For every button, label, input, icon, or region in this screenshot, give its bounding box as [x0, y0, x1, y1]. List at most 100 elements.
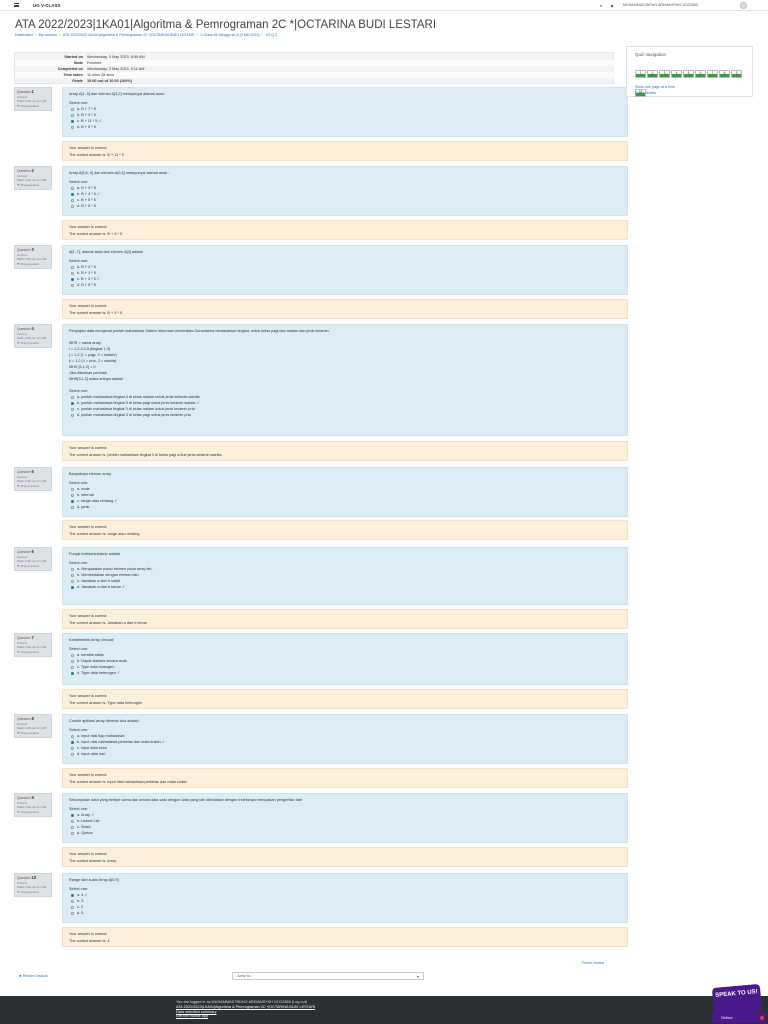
user-name[interactable]: MUHAMMAD RIDHO ARDIANSYAH 10122860	[623, 0, 698, 11]
radio-button[interactable]	[71, 654, 74, 657]
radio-button[interactable]	[71, 666, 74, 669]
radio-button[interactable]	[71, 114, 74, 117]
answer-option[interactable]: d. B + 5 * 5	[69, 124, 621, 130]
quiz-nav-button[interactable]: 1	[635, 70, 646, 78]
breadcrumb-item[interactable]: V2-Q 2	[266, 33, 277, 37]
radio-button[interactable]	[71, 580, 74, 583]
question-feedback: Your answer is correct. The correct answe…	[62, 609, 628, 629]
question-content: Banyaknya elemen array Select one: a. node…	[62, 467, 628, 517]
radio-button[interactable]	[71, 735, 74, 738]
answer-option[interactable]: d. Jawaban a dan b benar ✓	[69, 584, 621, 590]
radio-button[interactable]	[71, 500, 74, 503]
quiz-nav-button[interactable]: 5	[683, 70, 694, 78]
answer-option[interactable]: d. B + 5 * 5	[69, 282, 621, 288]
flag-question[interactable]: ⚑ Flag question	[17, 731, 49, 736]
radio-button[interactable]	[71, 199, 74, 202]
breadcrumb: Dashboard / My courses / ATA 2022/2023 1KA…	[15, 33, 278, 37]
breadcrumb-item[interactable]: Dashboard	[15, 33, 33, 37]
flag-question[interactable]: ⚑ Flag question	[17, 484, 49, 489]
radio-button[interactable]	[71, 126, 74, 129]
radio-button[interactable]	[71, 741, 74, 744]
answer-option[interactable]: d. jarak	[69, 504, 621, 510]
answer-option[interactable]: d. jumlah mahasiswa tingkat 3 di kelas p…	[69, 412, 621, 418]
question-feedback: Your answer is correct. The correct answe…	[62, 141, 628, 161]
quiz-nav-button[interactable]: 9	[731, 70, 742, 78]
radio-button[interactable]	[71, 826, 74, 829]
answer-option[interactable]: d. input data hari	[69, 751, 621, 757]
radio-button[interactable]	[71, 574, 74, 577]
question-content: Sekumpulan data yang bertipe sama dan an…	[62, 793, 628, 843]
quiz-nav-button[interactable]: 8	[719, 70, 730, 78]
answer-option[interactable]: d. Type data heterogen ✓	[69, 670, 621, 676]
flag-question[interactable]: ⚑ Flag question	[17, 262, 49, 267]
answer-option[interactable]: d. Queue	[69, 830, 621, 836]
radio-button[interactable]	[71, 108, 74, 111]
radio-button[interactable]	[71, 912, 74, 915]
radio-button[interactable]	[71, 747, 74, 750]
question-feedback: Your answer is correct. The correct answe…	[62, 220, 628, 240]
quiz-nav-button[interactable]: 4	[671, 70, 682, 78]
radio-button[interactable]	[71, 396, 74, 399]
course-footer-link[interactable]: ATA 2022/2023|1KA01|Algoritma & Pemrogra…	[176, 1005, 315, 1010]
radio-button[interactable]	[71, 832, 74, 835]
radio-button[interactable]	[71, 753, 74, 756]
radio-button[interactable]	[71, 506, 74, 509]
feedback-correct-text: Your answer is correct.	[69, 773, 108, 777]
quiz-nav-button[interactable]: 3	[659, 70, 670, 78]
radio-button[interactable]	[71, 660, 74, 663]
feedback-correct-text: Your answer is correct.	[69, 446, 108, 450]
quiz-navigation-block: Quiz navigation 1 2 3 4 5 6 7 8 910 Show one pag…	[626, 46, 753, 97]
radio-button[interactable]	[71, 586, 74, 589]
breadcrumb-item[interactable]: My courses	[39, 33, 57, 37]
breadcrumb-item[interactable]: V-Class #2 Minggu ke-8 (3 Mei 2023)	[200, 33, 259, 37]
answer-option[interactable]: d. 5	[69, 910, 621, 916]
flag-question[interactable]: ⚑ Flag question	[17, 650, 49, 655]
radio-button[interactable]	[71, 272, 74, 275]
quiz-nav-button[interactable]: 2	[647, 70, 658, 78]
finish-review-link[interactable]: Finish review	[582, 961, 604, 965]
radio-button[interactable]	[71, 814, 74, 817]
avatar[interactable]	[740, 2, 747, 9]
radio-button[interactable]	[71, 278, 74, 281]
quiz-nav-button[interactable]: 6	[695, 70, 706, 78]
radio-button[interactable]	[71, 820, 74, 823]
flag-question[interactable]: ⚑ Flag question	[17, 183, 49, 188]
radio-button[interactable]	[71, 193, 74, 196]
bell-icon[interactable]: ♦	[600, 0, 602, 11]
speak-to-us-badge[interactable]: SPEAK TO US!	[711, 983, 763, 1017]
radio-button[interactable]	[71, 900, 74, 903]
jump-to-select[interactable]: Jump to...	[232, 972, 424, 980]
hamburger-menu-icon[interactable]	[14, 3, 19, 7]
flag-question[interactable]: ⚑ Flag question	[17, 890, 49, 895]
flag-question[interactable]: ⚑ Flag question	[17, 341, 49, 346]
flag-question[interactable]: ⚑ Flag question	[17, 564, 49, 569]
return-link[interactable]: ◄ Return Diskusi	[18, 974, 48, 978]
radio-button[interactable]	[71, 568, 74, 571]
radio-button[interactable]	[71, 672, 74, 675]
online-chat-button[interactable]: Online	[712, 1013, 766, 1023]
radio-button[interactable]	[71, 488, 74, 491]
radio-button[interactable]	[71, 494, 74, 497]
mobile-app-link[interactable]: Get the mobile app	[176, 1014, 315, 1019]
flag-question[interactable]: ⚑ Flag question	[17, 810, 49, 815]
radio-button[interactable]	[71, 414, 74, 417]
site-brand[interactable]: UG V-CLASS	[33, 0, 61, 11]
question-feedback: Your answer is correct. The correct answe…	[62, 441, 628, 461]
radio-button[interactable]	[71, 894, 74, 897]
radio-button[interactable]	[71, 187, 74, 190]
radio-button[interactable]	[71, 906, 74, 909]
radio-button[interactable]	[71, 266, 74, 269]
answer-option[interactable]: d. B + 6 * 5	[69, 203, 621, 209]
radio-button[interactable]	[71, 205, 74, 208]
radio-button[interactable]	[71, 402, 74, 405]
radio-button[interactable]	[71, 408, 74, 411]
chat-icon[interactable]: ■	[611, 0, 613, 11]
correct-answer-text: The correct answer is: Type data heterog…	[69, 700, 143, 705]
radio-button[interactable]	[71, 284, 74, 287]
quiz-nav-button[interactable]: 7	[707, 70, 718, 78]
radio-button[interactable]	[71, 120, 74, 123]
flag-question[interactable]: ⚑ Flag question	[17, 104, 49, 109]
breadcrumb-item[interactable]: ATA 2022/2023 1KA01|Algoritma & Pemrogra…	[63, 33, 195, 37]
show-one-page-link[interactable]: Show one page at a time	[635, 85, 675, 89]
finish-review-nav-link[interactable]: Finish review	[635, 91, 656, 95]
